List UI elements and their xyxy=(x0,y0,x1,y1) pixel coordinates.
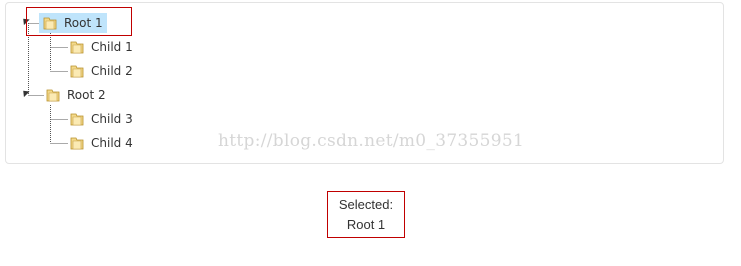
selection-heading: Selected: xyxy=(338,197,394,212)
folder-icon xyxy=(70,113,84,126)
selection-value: Root 1 xyxy=(346,217,386,232)
tree-node-child-2[interactable]: Child 2 xyxy=(69,61,137,81)
folder-icon xyxy=(46,89,60,102)
watermark: http://blog.csdn.net/m0_37355951 xyxy=(218,131,525,151)
tree-node-label: Root 2 xyxy=(67,88,106,102)
tree-node-label: Child 3 xyxy=(91,112,133,126)
tree-node-child-4[interactable]: Child 4 xyxy=(69,133,137,153)
tree-node-child-3[interactable]: Child 3 xyxy=(69,109,137,129)
tree-node-label: Child 2 xyxy=(91,64,133,78)
tree-node-label: Child 4 xyxy=(91,136,133,150)
selection-display: Selected: Root 1 xyxy=(327,191,405,238)
highlight-box xyxy=(26,7,132,36)
tree-node-label: Child 1 xyxy=(91,40,133,54)
folder-icon xyxy=(70,137,84,150)
tree-node-root-2[interactable]: Root 2 xyxy=(45,85,110,105)
folder-icon xyxy=(70,65,84,78)
tree-node-child-1[interactable]: Child 1 xyxy=(69,37,137,57)
folder-icon xyxy=(70,41,84,54)
